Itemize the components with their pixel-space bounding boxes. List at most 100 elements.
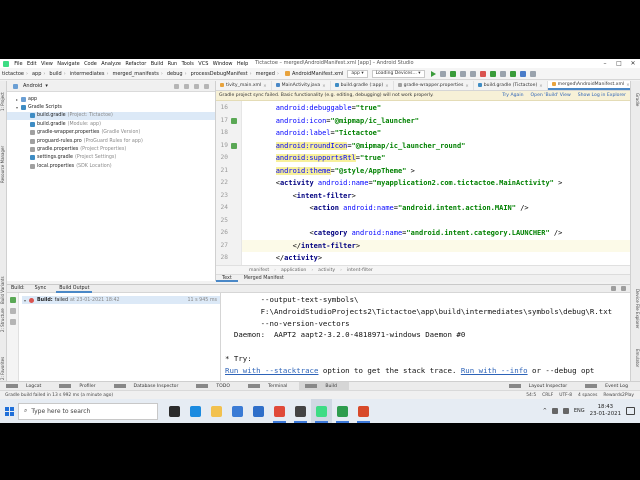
close-icon[interactable]: ✕ (263, 83, 266, 88)
stop-icon[interactable] (479, 70, 486, 77)
android-resource-icon[interactable] (231, 117, 237, 124)
build-failed-row[interactable]: ▾ Build: failed at 23-01-2021 18:42 11 s… (22, 296, 220, 304)
volume-icon[interactable] (562, 408, 569, 414)
tree-item[interactable]: proguard-rules.pro (ProGuard Rules for ap… (7, 137, 215, 145)
editor-breadcrumb-item[interactable]: manifest (249, 268, 269, 273)
editor-tab[interactable]: MainActivity.java ✕ (272, 81, 331, 90)
stacktrace-link[interactable]: Run with --stacktrace (225, 366, 318, 375)
menu-window[interactable]: Window (211, 61, 235, 67)
avd-manager-icon[interactable] (499, 70, 506, 77)
close-icon[interactable]: ✕ (539, 83, 542, 88)
notification-icon[interactable] (626, 407, 635, 415)
status-indicator[interactable]: CRLF (542, 393, 553, 398)
tree-item[interactable]: build.gradle (Project: Tictactoe) (7, 111, 215, 121)
tool-tab-emulator[interactable]: Emulator (632, 343, 640, 373)
code-line[interactable]: android:label="Tictactoe" (242, 127, 630, 140)
code-line[interactable]: android:theme="@style/AppTheme" > (242, 165, 630, 178)
taskbar-app-android-studio[interactable] (311, 399, 332, 423)
editor-tab[interactable]: tivity_main.xml ✕ (216, 81, 272, 90)
editor-tab[interactable]: build.gradle (:app) ✕ (331, 81, 394, 90)
editor-breadcrumb-item[interactable]: intent-filter (347, 268, 373, 273)
taskbar-app-store[interactable] (227, 399, 248, 423)
open-build-view-link[interactable]: Open 'Build' View (531, 93, 571, 98)
language-indicator[interactable]: ENG (574, 408, 585, 414)
status-indicator[interactable]: Rewards2Play (603, 393, 634, 398)
menu-view[interactable]: View (39, 61, 55, 67)
breadcrumb-item[interactable]: tictactoe › (0, 71, 30, 77)
tool-tab-2-structure[interactable]: 2: Structure (0, 301, 7, 339)
menu-file[interactable]: File (12, 61, 25, 67)
tree-item[interactable]: build.gradle (Module: app) (7, 120, 215, 128)
code-area[interactable]: android:debuggable="true" android:icon="… (242, 101, 630, 265)
menu-edit[interactable]: Edit (25, 61, 39, 67)
code-line[interactable]: android:icon="@mipmap/ic_launcher" (242, 115, 630, 128)
menu-run[interactable]: Run (165, 61, 179, 67)
run-config-combo[interactable]: app ▾ (347, 69, 368, 78)
debug-icon[interactable] (449, 70, 456, 77)
editor-tab[interactable]: gradle-wrapper.properties ✕ (394, 81, 474, 90)
taskbar-app-mail[interactable] (248, 399, 269, 423)
tree-item[interactable]: gradle.properties (Project Properties) (7, 145, 215, 153)
rerun-icon[interactable] (10, 297, 16, 303)
menu-build[interactable]: Build (149, 61, 166, 67)
code-line[interactable] (242, 215, 630, 228)
tab-merged-manifest[interactable]: Merged Manifest (238, 275, 290, 282)
tool-tab-1-project[interactable]: 1: Project (0, 83, 7, 121)
menu-navigate[interactable]: Navigate (55, 61, 82, 67)
taskbar-app-camtasia[interactable] (332, 399, 353, 423)
tree-item[interactable]: gradle-wrapper.properties (Gradle Version… (7, 129, 215, 137)
gear-icon[interactable] (611, 286, 616, 291)
attach-debugger-icon[interactable] (469, 70, 476, 77)
tool-tab-device-file-explorer[interactable]: Device File Explorer (632, 281, 640, 337)
layout-inspector-icon[interactable] (519, 70, 526, 77)
device-combo[interactable]: Loading Devices... ▾ (371, 69, 425, 78)
tree-item[interactable]: settings.gradle (Project Settings) (7, 154, 215, 162)
hide-panel-icon[interactable] (621, 286, 626, 291)
try-again-link[interactable]: Try Again (502, 93, 523, 98)
info-link[interactable]: Run with --info (461, 366, 528, 375)
sdk-manager-icon[interactable] (509, 70, 516, 77)
taskbar-app-task-view[interactable] (164, 399, 185, 423)
tool-tab-resource-manager[interactable]: Resource Manager (0, 139, 7, 189)
status-indicator[interactable]: UTF-8 (559, 393, 572, 398)
code-line[interactable]: android:supportsRtl="true" (242, 152, 630, 165)
close-icon[interactable]: ✕ (626, 82, 629, 87)
menu-vcs[interactable]: VCS (196, 61, 210, 67)
maximize-button[interactable]: □ (612, 59, 626, 68)
start-button[interactable] (0, 399, 18, 423)
menu-tools[interactable]: Tools (179, 61, 196, 67)
code-line[interactable]: <activity android:name="myapplication2.c… (242, 177, 630, 190)
status-indicator[interactable]: 54:5 (526, 393, 536, 398)
editor-tab[interactable]: build.gradle (Tictactoe) ✕ (474, 81, 548, 90)
taskbar-app-edge[interactable] (185, 399, 206, 423)
stop-build-icon[interactable] (10, 308, 16, 314)
tree-item[interactable]: ▸ app (7, 95, 215, 103)
filter-icon[interactable] (10, 319, 16, 325)
tab-text[interactable]: Text (216, 275, 238, 282)
code-line[interactable]: </intent-filter> (242, 239, 630, 252)
taskbar-app-file-explorer[interactable] (206, 399, 227, 423)
close-icon[interactable]: ✕ (322, 83, 325, 88)
code-line[interactable]: android:debuggable="true" (242, 102, 630, 115)
network-icon[interactable] (551, 408, 558, 414)
editor-breadcrumb-item[interactable]: activity (318, 268, 335, 273)
code-line[interactable]: <intent-filter> (242, 190, 630, 203)
breadcrumb-item[interactable]: build › (47, 71, 67, 77)
collapse-all-icon[interactable] (184, 83, 189, 89)
show-log-link[interactable]: Show Log in Explorer (578, 93, 626, 98)
menu-code[interactable]: Code (82, 61, 99, 67)
close-icon[interactable]: ✕ (465, 83, 468, 88)
hide-panel-icon[interactable] (204, 83, 209, 89)
locate-file-icon[interactable] (174, 83, 179, 89)
tree-item[interactable]: ▾ Gradle Scripts (7, 103, 215, 111)
code-line[interactable]: <category android:name="android.intent.c… (242, 227, 630, 240)
breadcrumb-item[interactable]: merged › (254, 71, 281, 77)
tool-tab-gradle[interactable]: Gradle (632, 85, 640, 115)
apply-changes-icon[interactable] (439, 70, 446, 77)
breadcrumb-item[interactable]: processDebugManifest › (189, 71, 254, 77)
tree-item[interactable]: local.properties (SDK Location) (7, 162, 215, 170)
android-resource-icon[interactable] (231, 142, 237, 149)
taskbar-search[interactable]: ⌕ Type here to search (18, 402, 158, 420)
menu-refactor[interactable]: Refactor (123, 61, 148, 67)
search-icon[interactable] (529, 70, 536, 77)
